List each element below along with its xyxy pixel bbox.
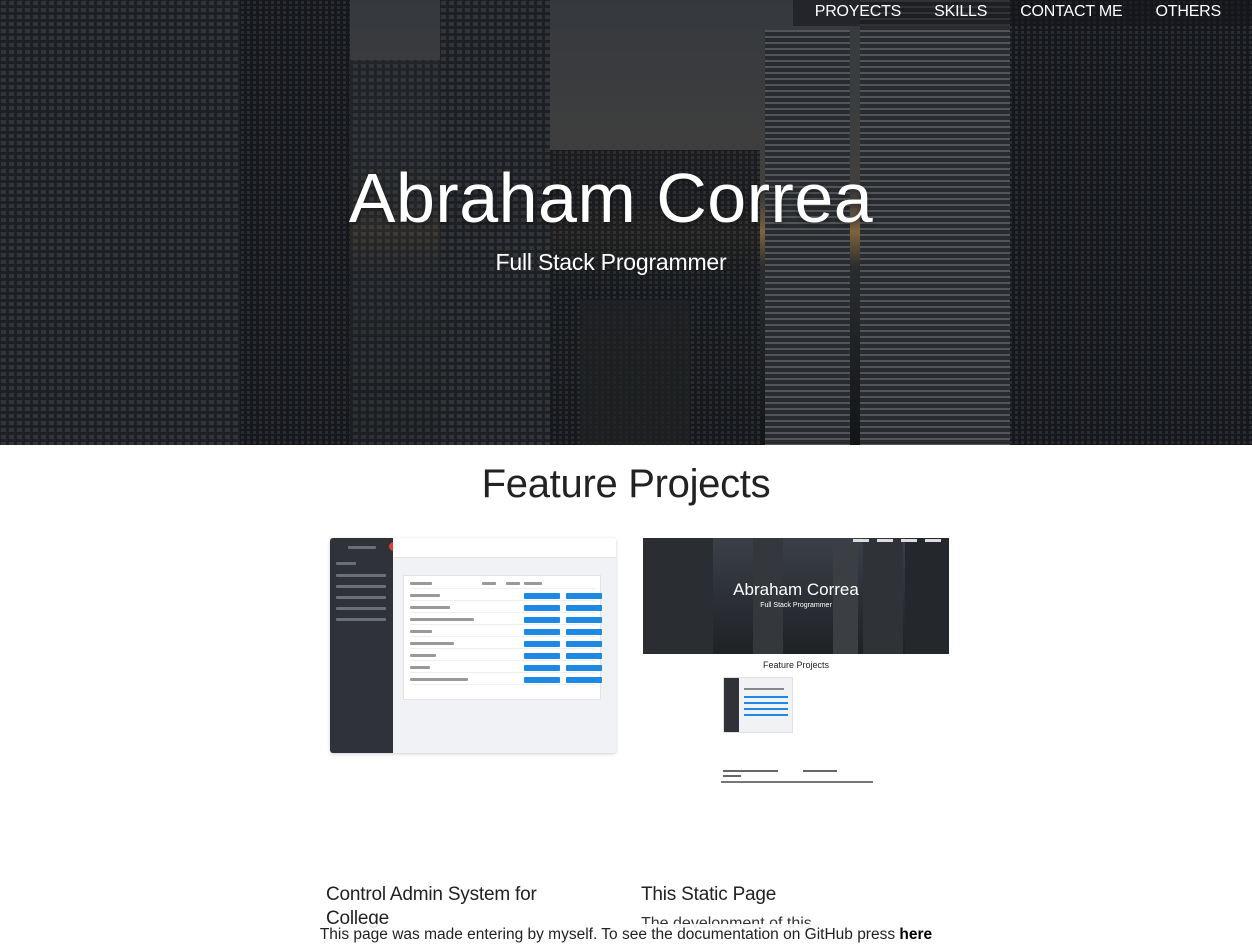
hero-subtitle: Full Stack Programmer (495, 249, 727, 275)
preview-table (403, 575, 602, 700)
preview-sidebar (330, 538, 393, 753)
footer-text: This page was made entering by myself. T… (319, 926, 900, 943)
preview-section-title: Feature Projects (762, 660, 830, 670)
preview-project-card (723, 677, 793, 733)
projects-section-title: Feature Projects (481, 462, 771, 506)
github-docs-link[interactable]: here (899, 926, 932, 943)
hero-banner: PROYECTS SKILLS CONTACT ME OTHERS Abraha… (0, 0, 1252, 445)
preview-hero-title: Abraham Correa (733, 580, 859, 599)
nav-link-proyects[interactable]: PROYECTS (815, 0, 902, 26)
preview-content (393, 538, 616, 753)
project-image-static-page[interactable]: Abraham Correa Full Stack Programmer Fea… (643, 538, 949, 788)
nav-link-skills[interactable]: SKILLS (934, 0, 987, 26)
preview-hero-subtitle: Full Stack Programmer (760, 602, 832, 609)
project-image-admin-system[interactable] (330, 538, 616, 753)
top-navigation: PROYECTS SKILLS CONTACT ME OTHERS (792, 0, 1252, 26)
footer: This page was made entering by myself. T… (0, 924, 1252, 948)
project-title-static-page[interactable]: This Static Page (641, 883, 941, 907)
preview-hero: Abraham Correa Full Stack Programmer (643, 538, 949, 654)
nav-link-others[interactable]: OTHERS (1156, 0, 1222, 26)
nav-link-contact-me[interactable]: CONTACT ME (1020, 0, 1123, 26)
hero-title: Abraham Correa (348, 159, 874, 237)
